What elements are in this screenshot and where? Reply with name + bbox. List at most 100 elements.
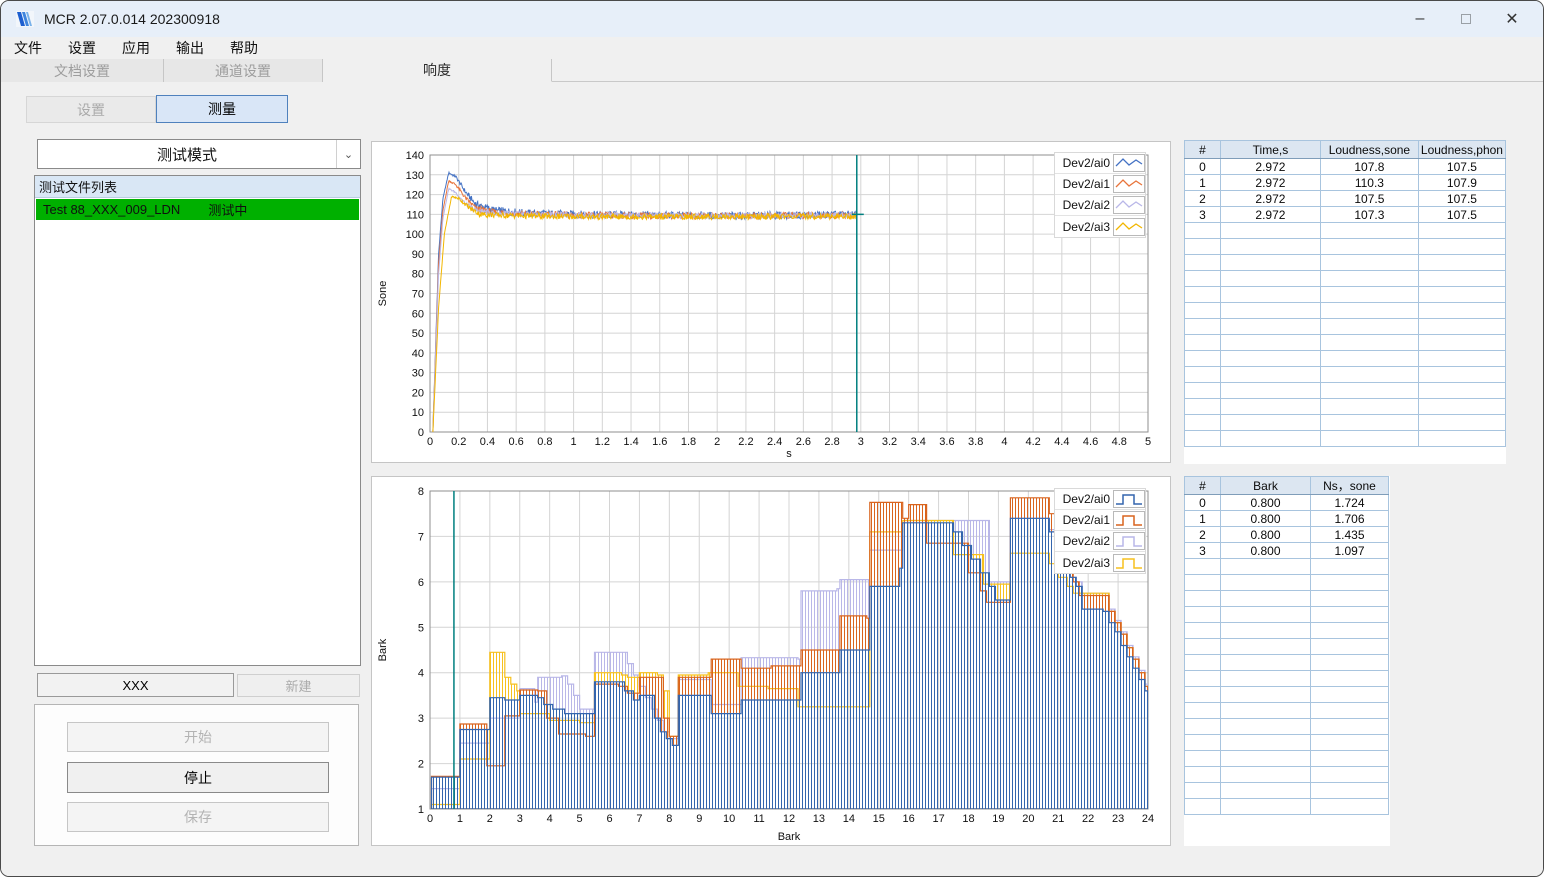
table-row[interactable] bbox=[1184, 686, 1389, 703]
table-row[interactable] bbox=[1184, 398, 1506, 415]
save-button[interactable]: 保存 bbox=[67, 802, 329, 832]
table-cell bbox=[1184, 254, 1221, 271]
menu-apply[interactable]: 应用 bbox=[109, 38, 163, 58]
table-row[interactable] bbox=[1184, 718, 1389, 735]
table-row[interactable] bbox=[1184, 334, 1506, 351]
legend-label: Dev2/ai3 bbox=[1062, 219, 1110, 234]
svg-text:21: 21 bbox=[1052, 813, 1064, 825]
xxx-button[interactable]: XXX bbox=[37, 673, 234, 697]
table-row[interactable] bbox=[1184, 430, 1506, 447]
table-row[interactable]: 1 0.800 1.706 bbox=[1184, 510, 1389, 527]
table-row[interactable] bbox=[1184, 222, 1506, 239]
table-row[interactable] bbox=[1184, 286, 1506, 303]
table-row[interactable] bbox=[1184, 782, 1389, 799]
start-button[interactable]: 开始 bbox=[67, 722, 329, 752]
svg-text:4: 4 bbox=[418, 668, 424, 680]
new-button[interactable]: 新建 bbox=[237, 674, 360, 697]
table-row[interactable]: 0 2.972 107.8 107.5 bbox=[1184, 158, 1506, 175]
table-row[interactable] bbox=[1184, 366, 1506, 383]
menu-output[interactable]: 输出 bbox=[163, 38, 217, 58]
table-row[interactable] bbox=[1184, 622, 1389, 639]
legend-item[interactable]: Dev2/ai2 bbox=[1055, 195, 1145, 216]
table-row[interactable] bbox=[1184, 798, 1389, 815]
column-header[interactable]: # bbox=[1184, 140, 1221, 159]
table-row[interactable] bbox=[1184, 702, 1389, 719]
table-cell bbox=[1310, 574, 1389, 591]
table-cell bbox=[1310, 558, 1389, 575]
table-row[interactable] bbox=[1184, 238, 1506, 255]
column-header[interactable]: Loudness,sone bbox=[1319, 140, 1419, 159]
table-row[interactable]: 2 0.800 1.435 bbox=[1184, 526, 1389, 543]
table-row[interactable] bbox=[1184, 574, 1389, 591]
svg-text:90: 90 bbox=[412, 249, 424, 261]
table-row[interactable] bbox=[1184, 766, 1389, 783]
svg-text:1.8: 1.8 bbox=[681, 436, 696, 448]
table-row[interactable]: 1 2.972 110.3 107.9 bbox=[1184, 174, 1506, 191]
legend-item[interactable]: Dev2/ai0 bbox=[1055, 489, 1145, 510]
table-row[interactable] bbox=[1184, 654, 1389, 671]
column-header[interactable]: Ns，sone bbox=[1310, 476, 1389, 495]
table-cell bbox=[1417, 366, 1506, 383]
close-button[interactable]: ✕ bbox=[1489, 2, 1535, 36]
column-header[interactable]: Bark bbox=[1220, 476, 1311, 495]
measure-subtab-button[interactable]: 测量 bbox=[156, 95, 288, 123]
tab-document-settings[interactable]: 文档设置 bbox=[1, 59, 164, 82]
table-row[interactable] bbox=[1184, 606, 1389, 623]
table-cell bbox=[1184, 574, 1221, 591]
minimize-button[interactable]: – bbox=[1397, 2, 1443, 36]
list-item-test-file[interactable]: Test 88_XXX_009_LDN 测试中 bbox=[36, 199, 359, 220]
table-row[interactable] bbox=[1184, 270, 1506, 287]
legend-item[interactable]: Dev2/ai3 bbox=[1055, 552, 1145, 573]
menu-settings[interactable]: 设置 bbox=[55, 38, 109, 58]
legend-item[interactable]: Dev2/ai0 bbox=[1055, 153, 1145, 174]
svg-text:15: 15 bbox=[873, 813, 885, 825]
maximize-button[interactable] bbox=[1443, 2, 1489, 36]
table-row[interactable] bbox=[1184, 302, 1506, 319]
legend-item[interactable]: Dev2/ai1 bbox=[1055, 174, 1145, 195]
legend-item[interactable]: Dev2/ai3 bbox=[1055, 216, 1145, 237]
table-cell bbox=[1319, 254, 1419, 271]
table-row[interactable] bbox=[1184, 670, 1389, 687]
table-cell bbox=[1319, 238, 1419, 255]
table-row[interactable] bbox=[1184, 414, 1506, 431]
table-row[interactable]: 3 0.800 1.097 bbox=[1184, 542, 1389, 559]
test-mode-select[interactable]: 测试模式 ⌄ bbox=[37, 139, 361, 169]
setup-subtab-button[interactable]: 设置 bbox=[26, 96, 156, 123]
table-row[interactable] bbox=[1184, 350, 1506, 367]
column-header[interactable]: # bbox=[1184, 476, 1221, 495]
table-cell bbox=[1184, 718, 1221, 735]
svg-text:2.4: 2.4 bbox=[767, 436, 782, 448]
svg-text:1: 1 bbox=[571, 436, 577, 448]
tab-channel-settings[interactable]: 通道设置 bbox=[164, 59, 323, 82]
table-cell bbox=[1220, 750, 1311, 767]
table-row[interactable]: 3 2.972 107.3 107.5 bbox=[1184, 206, 1506, 223]
table-cell: 2.972 bbox=[1219, 206, 1321, 223]
menu-file[interactable]: 文件 bbox=[1, 38, 55, 58]
column-header[interactable]: Loudness,phon bbox=[1417, 140, 1506, 159]
stop-button[interactable]: 停止 bbox=[67, 762, 329, 793]
table-row[interactable] bbox=[1184, 382, 1506, 399]
table-cell bbox=[1184, 750, 1221, 767]
table-cell: 0.800 bbox=[1220, 510, 1311, 527]
table-row[interactable] bbox=[1184, 318, 1506, 335]
table-cell: 2 bbox=[1184, 526, 1221, 543]
tab-loudness[interactable]: 响度 bbox=[323, 59, 552, 82]
table-row[interactable] bbox=[1184, 254, 1506, 271]
chart-loudness-svg: 0 0.2 0.4 0.6 0.8 1 1.2 1.4 1.6 1.8 2 2.2 2.4 2.6 2.8 3… bbox=[377, 150, 1151, 460]
chevron-down-icon[interactable]: ⌄ bbox=[336, 140, 360, 168]
legend-item[interactable]: Dev2/ai2 bbox=[1055, 531, 1145, 552]
table-row[interactable]: 0 0.800 1.724 bbox=[1184, 494, 1389, 511]
table-row[interactable] bbox=[1184, 638, 1389, 655]
table-row[interactable] bbox=[1184, 734, 1389, 751]
legend-item[interactable]: Dev2/ai1 bbox=[1055, 510, 1145, 531]
column-header[interactable]: Time,s bbox=[1219, 140, 1321, 159]
table-row[interactable] bbox=[1184, 750, 1389, 767]
table-row[interactable] bbox=[1184, 558, 1389, 575]
legend-label: Dev2/ai2 bbox=[1062, 198, 1110, 212]
menu-help[interactable]: 帮助 bbox=[217, 38, 271, 58]
table-row[interactable]: 2 2.972 107.5 107.5 bbox=[1184, 190, 1506, 207]
table-row[interactable] bbox=[1184, 590, 1389, 607]
loudness-time-chart: 0 0.2 0.4 0.6 0.8 1 1.2 1.4 1.6 1.8 2 2.2 2.4 2.6 2.8 3… bbox=[371, 141, 1171, 463]
svg-text:5: 5 bbox=[418, 622, 424, 634]
table-cell bbox=[1310, 670, 1389, 687]
